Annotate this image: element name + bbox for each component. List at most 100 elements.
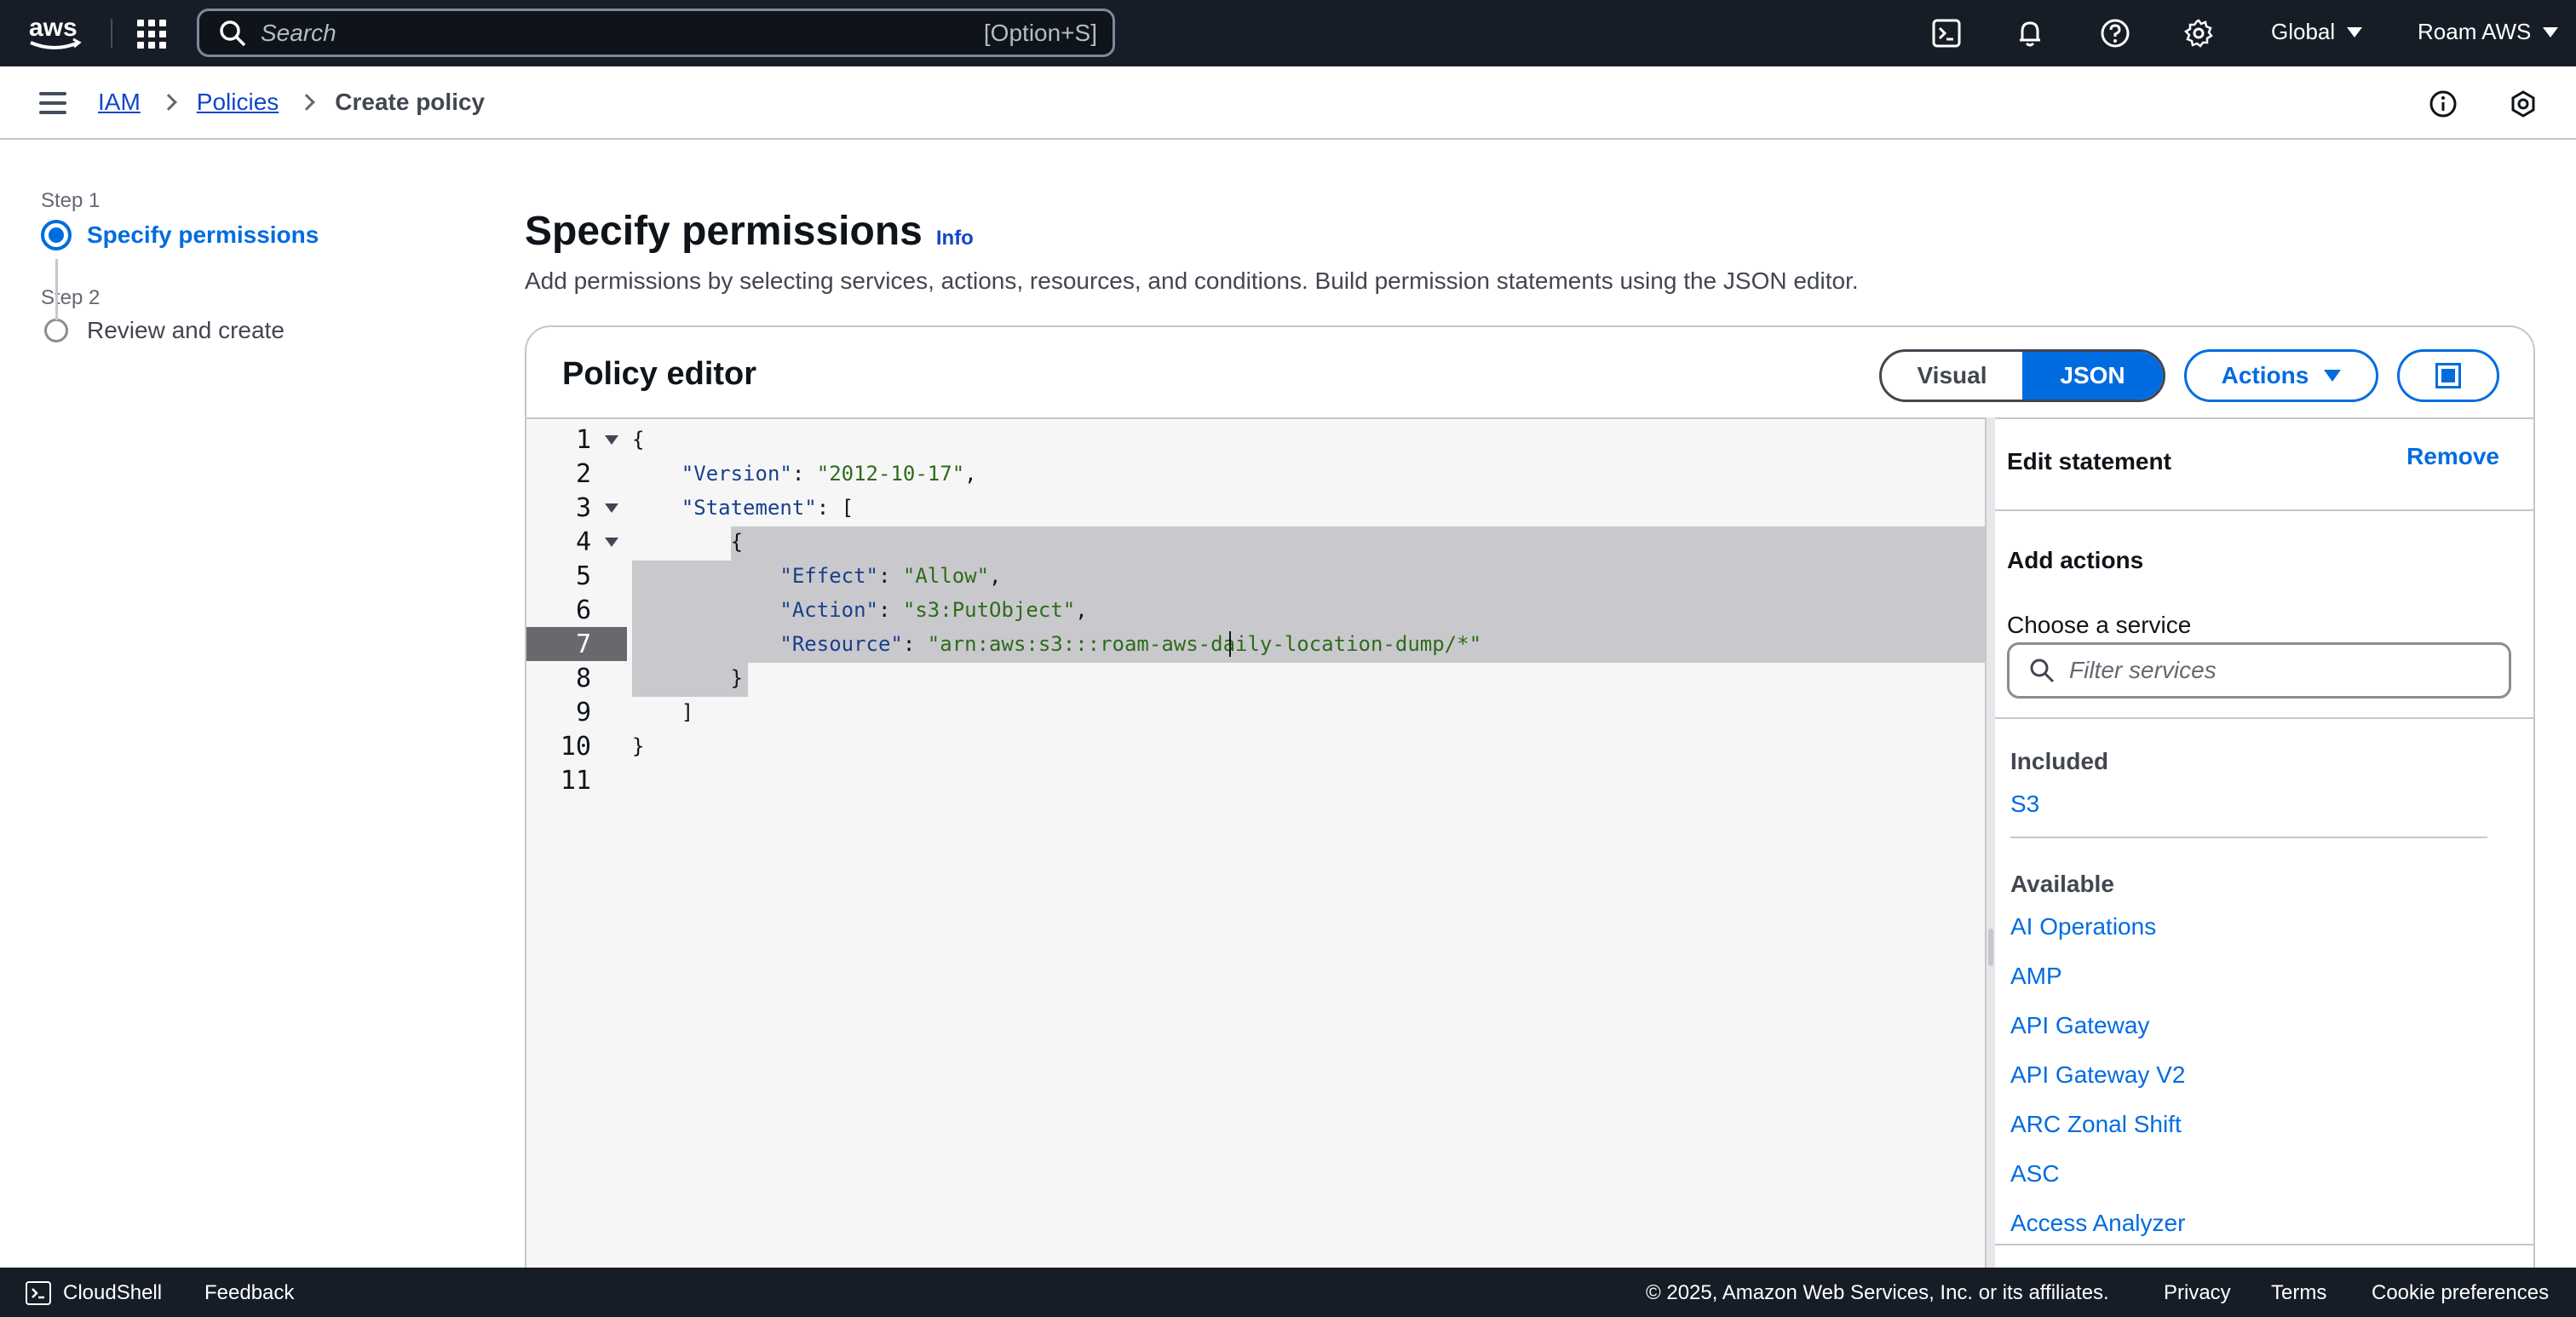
line-number: 2: [575, 458, 591, 489]
breadcrumb: IAM Policies Create policy: [98, 89, 485, 116]
account-menu[interactable]: Roam AWS: [2418, 19, 2559, 45]
actions-label: Actions: [2221, 362, 2309, 388]
chevron-right-icon: [298, 94, 316, 111]
menu-icon[interactable]: [39, 92, 66, 114]
list-divider: [2010, 837, 2487, 838]
step-inactive-icon: [44, 319, 68, 342]
terms-link[interactable]: Terms: [2271, 1281, 2326, 1305]
remove-statement-button[interactable]: Remove: [2406, 443, 2499, 470]
copyright-text: © 2025, Amazon Web Services, Inc. or its…: [1646, 1281, 2109, 1304]
policy-editor-title: Policy editor: [562, 356, 757, 392]
json-code-editor[interactable]: 1 2 3 4 5 6 7 8 9 10 11 { "Version": "20…: [526, 417, 1987, 1317]
fold-arrow-icon[interactable]: [605, 537, 618, 547]
selection-highlight: [731, 526, 1987, 561]
panel-splitter[interactable]: [1985, 417, 1995, 1317]
service-link[interactable]: AMP: [2010, 963, 2062, 990]
service-link[interactable]: ASC: [2010, 1160, 2060, 1188]
panel-bottom-divider: [1995, 1244, 2533, 1245]
info-icon[interactable]: [2426, 87, 2460, 121]
bell-icon[interactable]: [2012, 15, 2048, 51]
step-2-title: Review and create: [87, 317, 285, 343]
available-heading: Available: [2010, 871, 2114, 897]
cloudshell-icon[interactable]: [26, 1281, 51, 1305]
security-hub-icon[interactable]: [2506, 87, 2540, 121]
step-1[interactable]: Specify permissions: [41, 220, 382, 250]
step-2[interactable]: Review and create: [41, 317, 382, 344]
step-1-label: Step 1: [41, 189, 101, 212]
service-link[interactable]: API Gateway V2: [2010, 1061, 2185, 1089]
search-icon: [218, 19, 247, 48]
nav-divider: [111, 19, 112, 48]
code-line-2: "Version": "2012-10-17",: [681, 462, 977, 486]
actions-dropdown-button[interactable]: Actions: [2184, 349, 2378, 402]
breadcrumb-iam[interactable]: IAM: [98, 89, 141, 116]
code-line-1: {: [632, 428, 645, 451]
search-shortcut: [Option+S]: [983, 19, 1097, 46]
region-selector[interactable]: Global: [2271, 19, 2363, 45]
caret-down-icon: [2324, 370, 2342, 382]
line-number: 1: [526, 423, 627, 457]
wizard-steps: Step 1 Specify permissions Step 2 Review…: [41, 189, 382, 344]
line-number: 3: [526, 491, 627, 525]
line-number-gutter: 1 2 3 4 5 6 7 8 9 10 11: [526, 419, 627, 1317]
policy-editor-card: Policy editor Visual JSON Actions 1 2 3 …: [525, 325, 2535, 1317]
fold-arrow-icon[interactable]: [605, 434, 618, 445]
filter-services-input[interactable]: Filter services: [2007, 642, 2511, 699]
breadcrumb-bar: IAM Policies Create policy: [0, 66, 2576, 140]
cloudshell-link[interactable]: CloudShell: [63, 1281, 162, 1305]
service-link[interactable]: API Gateway: [2010, 1012, 2149, 1039]
search-icon: [2028, 657, 2056, 684]
gear-icon[interactable]: [2181, 15, 2217, 51]
filter-placeholder: Filter services: [2069, 657, 2217, 683]
step-2-label: Step 2: [41, 286, 101, 309]
privacy-link[interactable]: Privacy: [2164, 1281, 2231, 1305]
choose-service-label: Choose a service: [2007, 612, 2192, 638]
text-cursor: [1229, 631, 1231, 657]
page-title-text: Specify permissions: [525, 209, 923, 254]
cloudshell-icon[interactable]: [1929, 15, 1964, 51]
page-description: Add permissions by selecting services, a…: [525, 267, 1859, 294]
code-line-5: "Effect": "Allow",: [779, 564, 1002, 588]
account-label: Roam AWS: [2418, 19, 2532, 44]
visual-mode-button[interactable]: Visual: [1882, 352, 2022, 400]
line-number: 9: [575, 697, 591, 728]
footer: CloudShell Feedback © 2025, Amazon Web S…: [0, 1268, 2576, 1317]
service-link[interactable]: ARC Zonal Shift: [2010, 1111, 2182, 1138]
breadcrumb-current: Create policy: [335, 89, 486, 115]
page-title: Specify permissions Info: [525, 208, 974, 255]
add-actions-heading: Add actions: [2007, 547, 2144, 573]
json-mode-button[interactable]: JSON: [2022, 352, 2163, 400]
region-label: Global: [2271, 19, 2336, 44]
service-link[interactable]: Access Analyzer: [2010, 1210, 2185, 1237]
cookie-preferences-link[interactable]: Cookie preferences: [2372, 1281, 2549, 1305]
search-input[interactable]: Search [Option+S]: [197, 9, 1115, 57]
services-grid-icon[interactable]: [136, 19, 167, 49]
aws-logo-icon[interactable]: aws: [26, 12, 85, 55]
edit-statement-title: Edit statement: [2007, 448, 2171, 474]
code-line-7: "Resource": "arn:aws:s3:::roam-aws-daily…: [779, 632, 1482, 656]
code-line-4: {: [632, 530, 744, 554]
line-number-current: 7: [526, 627, 627, 661]
service-link-s3[interactable]: S3: [2010, 791, 2039, 818]
service-link[interactable]: AI Operations: [2010, 913, 2156, 940]
resize-handle-icon[interactable]: [1988, 929, 1993, 966]
breadcrumb-policies[interactable]: Policies: [197, 89, 279, 116]
feedback-link[interactable]: Feedback: [204, 1281, 294, 1305]
line-number: 4: [526, 525, 627, 559]
info-link[interactable]: Info: [936, 227, 974, 250]
help-icon[interactable]: [2097, 15, 2133, 51]
code-content[interactable]: { "Version": "2012-10-17", "Statement": …: [627, 419, 1987, 1317]
caret-down-icon: [2543, 26, 2559, 37]
chevron-right-icon: [159, 94, 177, 111]
fullscreen-icon: [2435, 363, 2461, 388]
editor-mode-toggle: Visual JSON: [1879, 349, 2165, 402]
fold-arrow-icon[interactable]: [605, 503, 618, 513]
code-line-10: }: [632, 734, 645, 758]
line-number: 6: [575, 595, 591, 625]
step-connector: [55, 259, 58, 320]
fullscreen-button[interactable]: [2397, 349, 2499, 402]
panel-divider: [1995, 717, 2533, 719]
step-active-icon: [41, 220, 72, 250]
edit-statement-panel: Edit statement Remove Add actions Choose…: [1995, 417, 2533, 1317]
code-line-8: }: [632, 666, 744, 690]
